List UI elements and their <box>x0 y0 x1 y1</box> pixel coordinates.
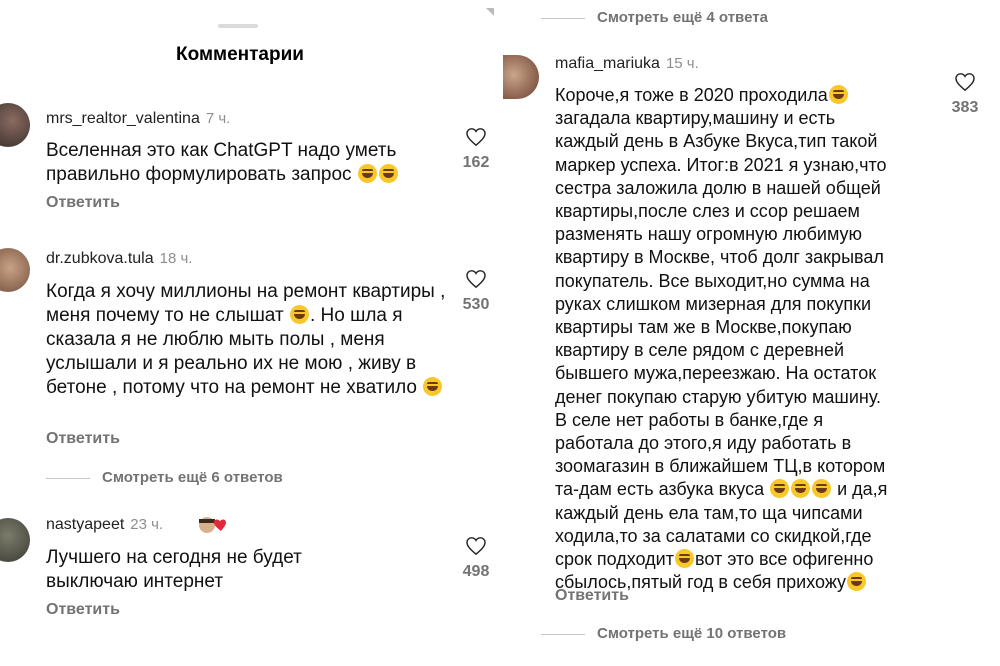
right-comments-panel: Смотреть ещё 4 ответа mafia_mariuka 15 ч.… <box>503 0 1000 666</box>
view-more-replies-button[interactable]: Смотреть ещё 10 ответов <box>541 625 786 642</box>
view-more-replies-button[interactable]: Смотреть ещё 4 ответа <box>541 9 768 26</box>
corner-mark <box>486 8 494 16</box>
reply-button[interactable]: Ответить <box>555 587 629 605</box>
comment-username[interactable]: mafia_mariuka 15 ч. <box>555 55 699 73</box>
laughing-emoji-icon <box>378 164 398 183</box>
like-button[interactable]: 498 <box>461 537 491 581</box>
left-comments-panel: Комментарии mrs_realtor_valentina 7 ч. Вс… <box>0 0 497 666</box>
comment-text: Короче,я тоже в 2020 проходила загадала … <box>555 85 888 593</box>
verified-emoji-badge-icon <box>196 515 230 535</box>
comment-username[interactable]: mrs_realtor_valentina 7 ч. <box>46 110 230 128</box>
comment-text: Лучшего на сегодня не будет выключаю инт… <box>46 547 302 592</box>
like-count: 162 <box>462 154 490 171</box>
view-more-replies-button[interactable]: Смотреть ещё 6 ответов <box>46 469 283 486</box>
comment-username[interactable]: dr.zubkova.tula 18 ч. <box>46 250 192 268</box>
page-title: Комментарии <box>176 44 304 65</box>
avatar[interactable] <box>0 518 30 562</box>
comment-time: 15 ч. <box>665 55 699 72</box>
reply-button[interactable]: Ответить <box>46 194 120 212</box>
heart-icon <box>466 270 486 288</box>
like-count: 383 <box>951 99 979 116</box>
laughing-emoji-icon <box>289 305 309 324</box>
laughing-emoji-icon <box>357 164 377 183</box>
avatar[interactable] <box>503 55 539 99</box>
laughing-emoji-icon <box>847 572 867 592</box>
drag-handle[interactable] <box>218 24 258 28</box>
divider-line <box>46 477 90 479</box>
like-button[interactable]: 530 <box>461 270 491 314</box>
laughing-emoji-icon <box>791 479 811 499</box>
heart-icon <box>466 537 486 555</box>
like-button[interactable]: 383 <box>950 73 980 117</box>
comment-time: 23 ч. <box>130 516 164 533</box>
like-button[interactable]: 162 <box>461 128 491 172</box>
avatar[interactable] <box>0 103 30 147</box>
divider-line <box>541 633 585 635</box>
avatar[interactable] <box>0 248 30 292</box>
comment-text: Когда я хочу миллионы на ремонт квартиры… <box>46 281 446 398</box>
comment-username[interactable]: nastyapeet 23 ч. <box>46 516 163 534</box>
reply-button[interactable]: Ответить <box>46 430 120 448</box>
like-count: 530 <box>462 296 490 313</box>
like-count: 498 <box>462 563 490 580</box>
comment-time: 18 ч. <box>159 250 193 267</box>
comment-text: Вселенная это как ChatGPT надо уметь пра… <box>46 140 398 185</box>
laughing-emoji-icon <box>770 479 790 499</box>
heart-icon <box>955 73 975 91</box>
laughing-emoji-icon <box>828 85 848 104</box>
comment-time: 7 ч. <box>205 110 231 127</box>
laughing-emoji-icon <box>812 479 832 499</box>
divider-line <box>541 17 585 19</box>
laughing-emoji-icon <box>423 377 443 396</box>
heart-icon <box>466 128 486 146</box>
reply-button[interactable]: Ответить <box>46 601 120 619</box>
laughing-emoji-icon <box>674 549 694 569</box>
